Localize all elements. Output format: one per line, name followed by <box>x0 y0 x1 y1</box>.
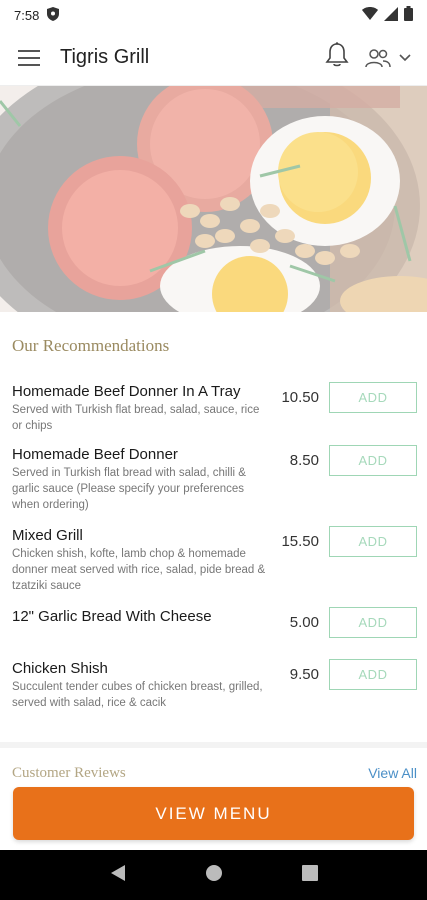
shield-icon <box>47 6 60 24</box>
item-price: 15.50 <box>281 533 319 550</box>
hero-food-image <box>0 86 427 312</box>
item-price: 10.50 <box>281 389 319 406</box>
signal-icon <box>384 6 398 24</box>
add-button[interactable]: ADD <box>329 659 417 690</box>
add-button[interactable]: ADD <box>329 526 417 557</box>
chevron-down-icon <box>399 53 411 61</box>
home-icon[interactable] <box>205 864 223 887</box>
recents-icon[interactable] <box>301 864 318 886</box>
view-menu-button[interactable]: VIEW MENU <box>13 787 414 840</box>
add-button[interactable]: ADD <box>329 607 417 638</box>
item-price: 9.50 <box>289 666 319 683</box>
item-name: Chicken Shish <box>12 660 108 677</box>
page-title: Tigris Grill <box>60 46 150 68</box>
reviews-header: Customer Reviews View All <box>0 765 427 782</box>
hamburger-icon <box>18 49 40 66</box>
app-bar: Tigris Grill <box>0 30 427 86</box>
item-description: Served in Turkish flat bread with salad,… <box>12 467 246 511</box>
add-button[interactable]: ADD <box>329 382 417 413</box>
item-description: Chicken shish, kofte, lamb chop & homema… <box>12 548 266 592</box>
recommendations-title: Our Recommendations <box>12 336 170 355</box>
item-description: Succulent tender cubes of chicken breast… <box>12 681 263 709</box>
status-time: 7:58 <box>14 7 40 23</box>
system-nav-bar <box>0 850 427 900</box>
view-all-link[interactable]: View All <box>368 765 417 782</box>
status-bar: 7:58 <box>0 0 427 30</box>
item-price: 8.50 <box>289 452 319 469</box>
wifi-icon <box>362 6 378 24</box>
hamburger-menu-button[interactable] <box>16 45 42 71</box>
item-name: 12" Garlic Bread With Cheese <box>12 608 212 625</box>
item-description: Served with Turkish flat bread, salad, s… <box>12 404 260 432</box>
reviews-title: Customer Reviews <box>12 765 126 781</box>
section-divider <box>0 742 427 748</box>
recommendations-list: Homemade Beef Donner In A Tray Served wi… <box>0 382 427 719</box>
list-item[interactable]: 12" Garlic Bread With Cheese 5.00 ADD <box>12 607 417 659</box>
item-name: Mixed Grill <box>12 527 83 544</box>
list-item[interactable]: Homemade Beef Donner In A Tray Served wi… <box>12 382 417 445</box>
list-item[interactable]: Mixed Grill Chicken shish, kofte, lamb c… <box>12 526 417 607</box>
list-item[interactable]: Chicken Shish Succulent tender cubes of … <box>12 659 417 719</box>
item-name: Homemade Beef Donner <box>12 446 178 463</box>
account-dropdown[interactable] <box>365 48 411 68</box>
item-price: 5.00 <box>289 614 319 631</box>
users-icon <box>365 48 391 67</box>
notification-bell-button[interactable] <box>325 42 349 73</box>
battery-icon <box>404 6 413 24</box>
bell-icon <box>325 42 349 67</box>
back-icon[interactable] <box>110 864 126 887</box>
list-item[interactable]: Homemade Beef Donner Served in Turkish f… <box>12 445 417 526</box>
add-button[interactable]: ADD <box>329 445 417 476</box>
item-name: Homemade Beef Donner In A Tray <box>12 383 241 400</box>
